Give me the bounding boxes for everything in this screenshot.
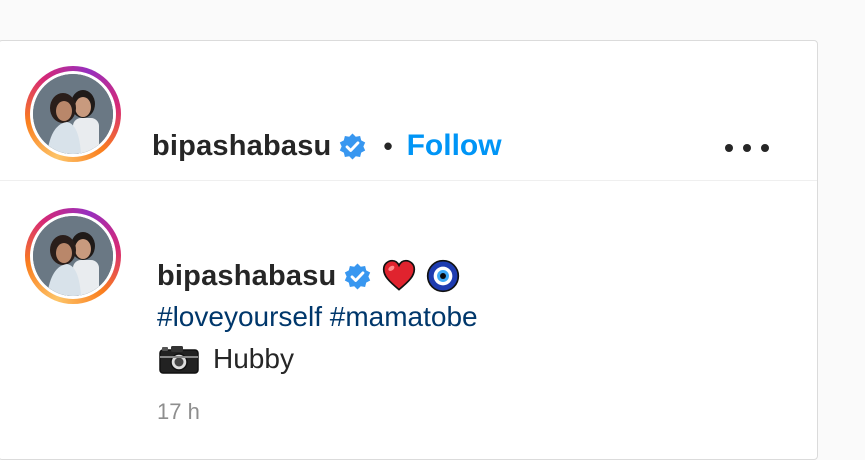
more-options-icon[interactable] — [725, 133, 769, 163]
avatar-border — [30, 71, 116, 157]
post-header: bipashabasu • Follow — [0, 41, 817, 181]
more-dot — [743, 144, 751, 152]
separator-dot: • — [383, 130, 393, 161]
red-heart-icon — [383, 259, 416, 291]
avatar — [33, 74, 113, 154]
caption-user-row: bipashabasu — [157, 259, 460, 293]
post-card: bipashabasu • Follow bipashabasu #loveyo… — [0, 40, 818, 460]
avatar — [33, 216, 113, 296]
caption-username-link[interactable]: bipashabasu — [157, 260, 336, 293]
post-timestamp[interactable]: 17 h — [157, 399, 200, 425]
nazar-amulet-icon — [427, 259, 460, 293]
avatar-image — [33, 216, 113, 296]
caption-avatar[interactable] — [25, 208, 121, 304]
follow-button[interactable]: Follow — [407, 129, 502, 163]
username-link[interactable]: bipashabasu — [152, 130, 331, 163]
caption-text-row: Hubby — [159, 343, 294, 375]
hashtags: #loveyourself #mamatobe — [157, 301, 478, 333]
camera-icon — [159, 346, 199, 374]
caption-text: Hubby — [213, 343, 294, 374]
story-avatar[interactable] — [25, 66, 121, 162]
hashtag-link[interactable]: #loveyourself — [157, 301, 322, 332]
verified-badge-icon — [340, 132, 366, 160]
avatar-image — [33, 74, 113, 154]
more-dot — [761, 144, 769, 152]
header-user-row: bipashabasu • Follow — [152, 129, 502, 163]
verified-badge-icon — [345, 262, 371, 290]
more-dot — [725, 144, 733, 152]
hashtag-link[interactable]: #mamatobe — [330, 301, 478, 332]
avatar-border — [30, 213, 116, 299]
